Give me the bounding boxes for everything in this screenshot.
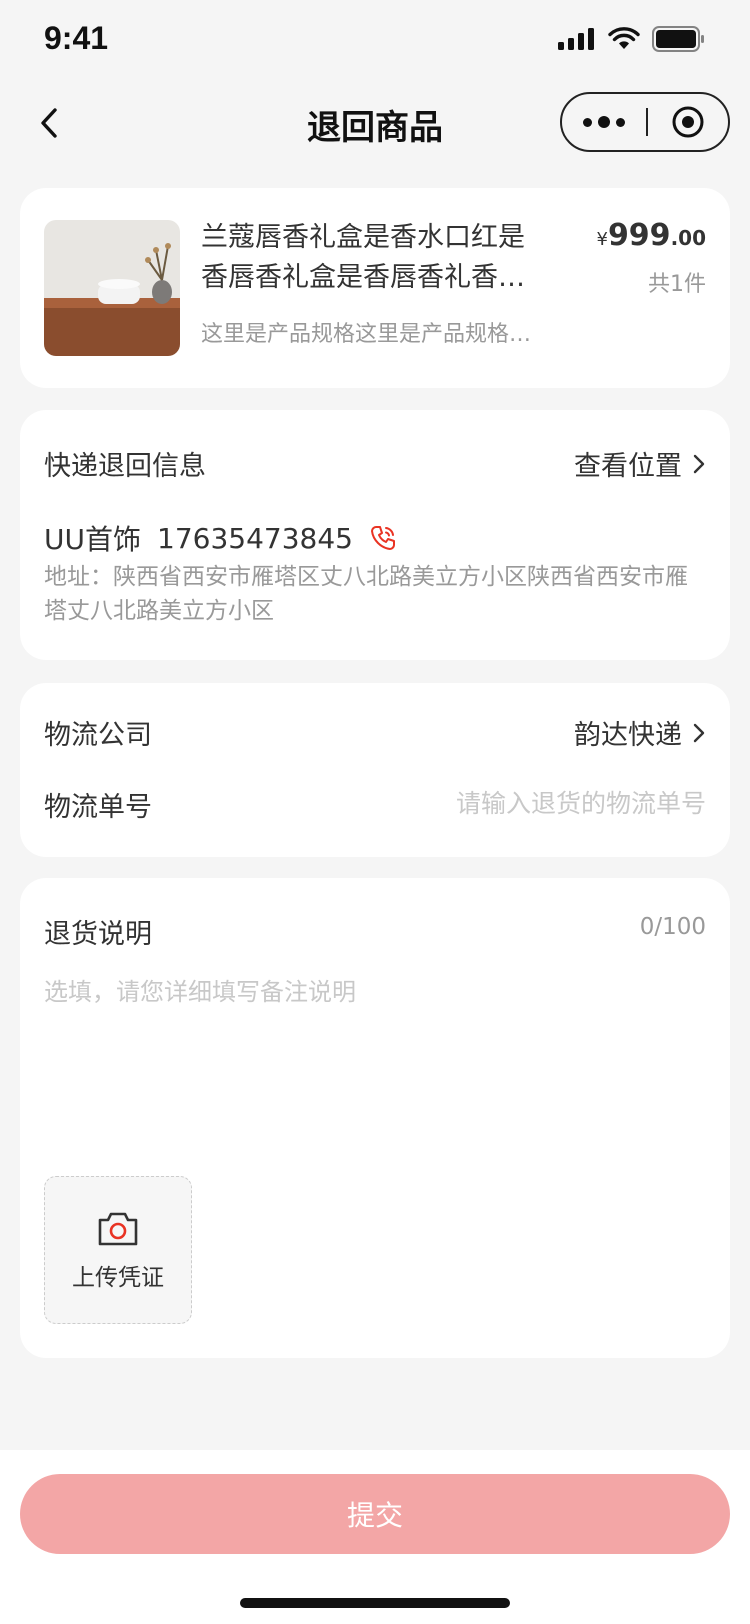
view-location-label: 查看位置 — [574, 451, 682, 482]
price-integer: 999 — [607, 218, 671, 253]
phone-icon[interactable] — [369, 524, 397, 552]
contact-phone: 17635473845 — [157, 521, 353, 555]
close-mini-program-button[interactable] — [648, 105, 728, 139]
price-symbol: ¥ — [596, 229, 608, 250]
logistics-number-label: 物流单号 — [44, 792, 152, 823]
contact-name: UU首饰 — [44, 523, 141, 556]
product-image — [44, 220, 180, 356]
product-name: 兰蔻唇香礼盒是香水口红是香唇香礼盒是香唇香礼香水口红 — [201, 222, 525, 293]
logistics-card: 物流公司 韵达快递 物流单号 — [20, 683, 730, 857]
return-info-card: 快递退回信息 查看位置 UU首饰 17635473845 地址：陕西省西安市雁塔… — [20, 410, 730, 660]
product-card: 兰蔻唇香礼盒是香水口红是香唇香礼盒是香唇香礼香水口红 这里是产品规格这里是产品规… — [20, 188, 730, 388]
view-location-link[interactable]: 查看位置 — [574, 444, 706, 483]
logistics-number-input[interactable] — [366, 783, 706, 823]
chevron-right-icon — [693, 723, 705, 742]
wifi-icon — [608, 27, 640, 49]
upload-proof-button[interactable]: 上传凭证 — [44, 1176, 192, 1324]
logistics-company-label: 物流公司 — [44, 720, 152, 751]
status-time: 9:41 — [44, 20, 109, 56]
target-icon — [672, 106, 704, 138]
more-dot-icon — [616, 117, 625, 127]
return-address: 地址：陕西省西安市雁塔区丈八北路美立方小区陕西省西安市雁塔丈八北路美立方小区 — [44, 564, 688, 624]
contact-row: UU首饰 17635473845 — [44, 518, 397, 558]
return-info-title: 快递退回信息 — [44, 451, 206, 482]
product-count: 共1件 — [648, 272, 706, 297]
bottom-bar: 提交 — [0, 1450, 750, 1624]
home-indicator — [240, 1598, 510, 1608]
logistics-company-value: 韵达快递 — [574, 720, 682, 751]
submit-button[interactable]: 提交 — [20, 1474, 730, 1554]
camera-icon — [98, 1212, 138, 1246]
product-spec: 这里是产品规格这里是产品规格这里是产品规格 — [201, 322, 541, 347]
status-bar: 9:41 — [0, 0, 750, 80]
more-dot-icon — [598, 116, 610, 128]
nav-bar: 退回商品 — [0, 88, 750, 158]
mini-program-capsule — [560, 92, 730, 152]
product-price: ¥999.00 — [596, 218, 706, 253]
remark-textarea[interactable] — [44, 972, 704, 1152]
remark-label: 退货说明 — [44, 919, 152, 950]
status-icons — [558, 26, 706, 52]
logistics-company-select[interactable]: 韵达快递 — [574, 713, 706, 752]
chevron-right-icon — [693, 454, 705, 473]
upload-proof-label: 上传凭证 — [72, 1265, 164, 1291]
battery-icon — [652, 26, 704, 52]
remark-counter: 0/100 — [639, 914, 706, 940]
more-button[interactable] — [562, 94, 646, 150]
price-decimal: .00 — [670, 226, 706, 250]
more-dot-icon — [583, 117, 592, 127]
remark-card: 退货说明 0/100 上传凭证 — [20, 878, 730, 1358]
signal-icon — [558, 28, 594, 50]
